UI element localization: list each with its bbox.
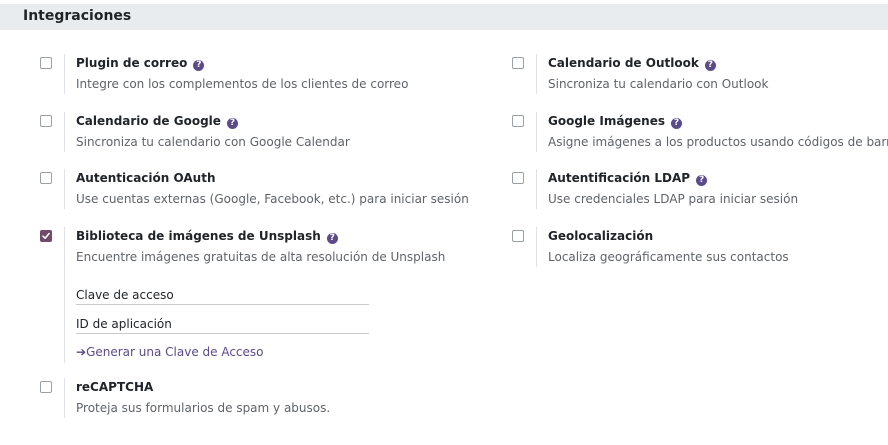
- setting-title: Calendario de Google?: [76, 114, 238, 129]
- arrow-right-icon: ➔: [76, 345, 87, 359]
- google-images-checkbox[interactable]: [512, 115, 524, 127]
- oauth-checkbox[interactable]: [40, 172, 52, 184]
- setting-description: Use cuentas externas (Google, Facebook, …: [76, 192, 469, 206]
- unsplash-checkbox[interactable]: [40, 230, 52, 242]
- divider: [64, 227, 65, 363]
- help-icon[interactable]: ?: [226, 118, 238, 129]
- setting-description: Asigne imágenes a los productos usando c…: [548, 135, 888, 149]
- help-icon[interactable]: ?: [704, 60, 716, 71]
- generate-access-key-link[interactable]: ➔Generar una Clave de Acceso: [76, 345, 264, 359]
- recaptcha-checkbox[interactable]: [40, 381, 52, 393]
- setting-title: Biblioteca de imágenes de Unsplash?: [76, 229, 338, 244]
- divider: [536, 54, 537, 94]
- access-key-label: Clave de acceso: [76, 288, 174, 302]
- setting-title: reCAPTCHA: [76, 380, 154, 394]
- divider: [64, 169, 65, 209]
- setting-title: Autentificación LDAP?: [548, 171, 708, 186]
- section-header: Integraciones: [0, 4, 888, 30]
- divider: [536, 169, 537, 209]
- divider: [64, 54, 65, 94]
- help-icon[interactable]: ?: [696, 175, 708, 186]
- setting-description: Proteja sus formularios de spam y abusos…: [76, 401, 331, 415]
- app-id-label: ID de aplicación: [76, 317, 172, 331]
- checkmark-icon: [42, 232, 50, 239]
- geolocation-checkbox[interactable]: [512, 230, 524, 242]
- setting-title: Geolocalización: [548, 229, 654, 243]
- divider: [64, 378, 65, 418]
- divider: [536, 112, 537, 152]
- google-calendar-checkbox[interactable]: [40, 115, 52, 127]
- setting-description: Use credenciales LDAP para iniciar sesió…: [548, 192, 799, 206]
- setting-title: Plugin de correo?: [76, 56, 205, 71]
- setting-title: Autenticación OAuth: [76, 171, 216, 185]
- setting-description: Sincroniza tu calendario con Google Cale…: [76, 135, 350, 149]
- setting-description: Integre con los complementos de los clie…: [76, 77, 409, 91]
- mail-plugin-checkbox[interactable]: [40, 57, 52, 69]
- help-icon[interactable]: ?: [670, 118, 682, 129]
- divider: [64, 112, 65, 152]
- help-icon[interactable]: ?: [326, 233, 338, 244]
- outlook-calendar-checkbox[interactable]: [512, 57, 524, 69]
- access-key-field[interactable]: Clave de acceso: [76, 288, 369, 305]
- section-title: Integraciones: [23, 8, 132, 24]
- setting-title: Calendario de Outlook?: [548, 56, 716, 71]
- divider: [536, 227, 537, 267]
- ldap-checkbox[interactable]: [512, 172, 524, 184]
- setting-description: Sincroniza tu calendario con Outlook: [548, 77, 769, 91]
- setting-description: Encuentre imágenes gratuitas de alta res…: [76, 250, 446, 264]
- setting-description: Localiza geográficamente sus contactos: [548, 250, 789, 264]
- app-id-field[interactable]: ID de aplicación: [76, 317, 369, 334]
- setting-title: Google Imágenes?: [548, 114, 682, 129]
- help-icon[interactable]: ?: [193, 60, 205, 71]
